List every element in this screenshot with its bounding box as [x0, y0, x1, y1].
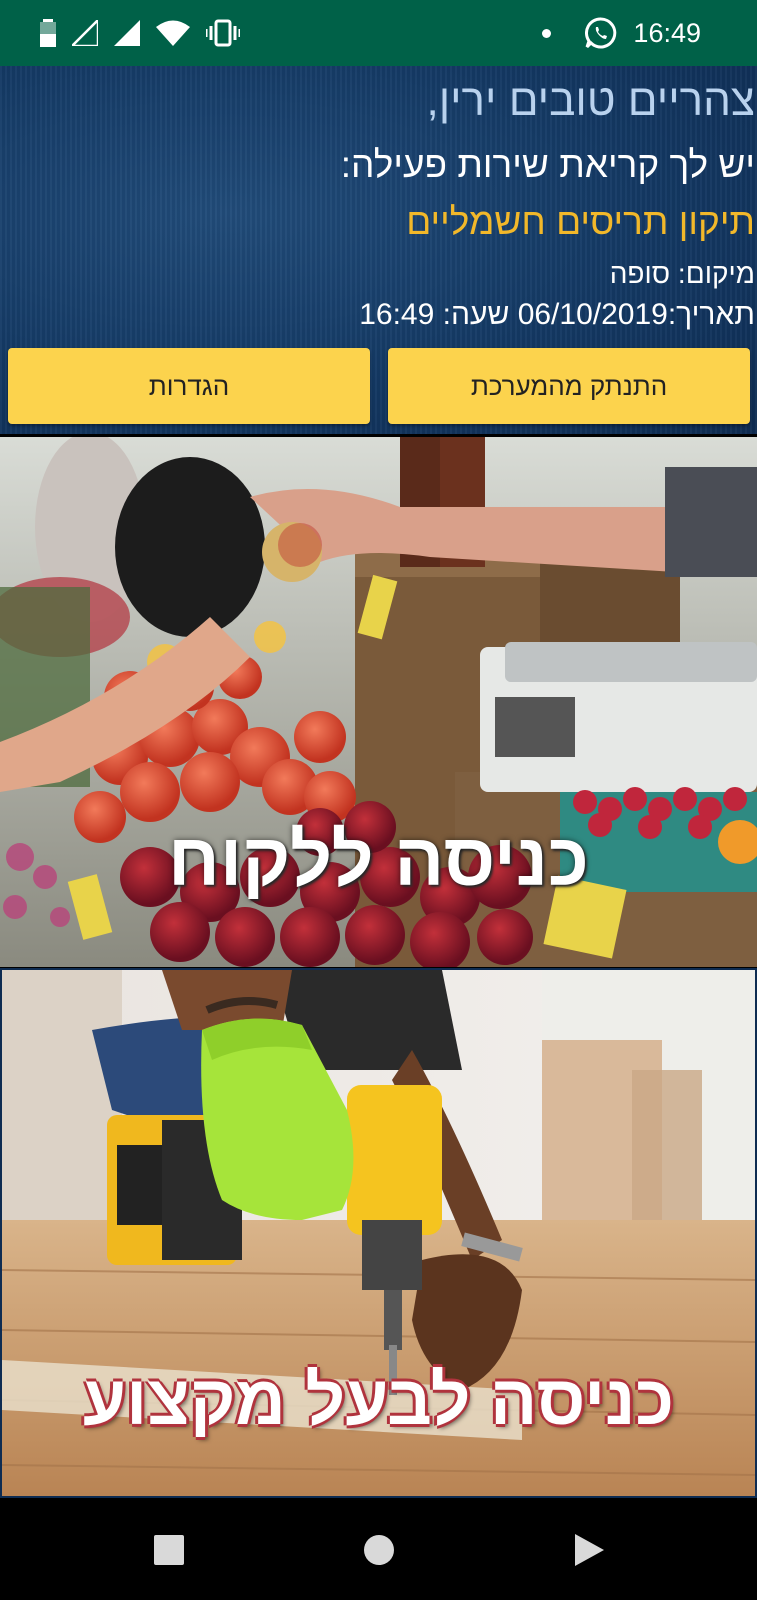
service-call-panel: צהריים טובים ירין, יש לך קריאת שירות פעי…	[0, 66, 757, 434]
customer-entry-label: כניסה ללקוח	[168, 818, 589, 901]
greeting: צהריים טובים ירין,	[426, 76, 755, 125]
recent-apps-button[interactable]	[139, 1520, 199, 1580]
back-button[interactable]	[559, 1520, 619, 1580]
signal-icon	[114, 20, 140, 46]
logout-button[interactable]: התנתק מהמערכת	[388, 348, 750, 424]
datetime-text: תאריך:06/10/2019 שעה: 16:49	[359, 298, 755, 331]
signal-icon	[72, 20, 98, 46]
professional-entry-tile[interactable]: כניסה לבעל מקצוע	[0, 968, 757, 1498]
location-text: מיקום: סופה	[609, 258, 755, 289]
professional-entry-label: כניסה לבעל מקצוע	[82, 1361, 675, 1439]
vibrate-icon	[206, 19, 240, 47]
service-name: תיקון תריסים חשמליים	[406, 201, 755, 242]
customer-entry-tile[interactable]: כניסה ללקוח	[0, 437, 757, 967]
active-call-text: יש לך קריאת שירות פעילה:	[340, 144, 755, 185]
recent-apps-icon	[153, 1535, 184, 1565]
home-button[interactable]	[349, 1520, 409, 1580]
status-bar: 16:49	[0, 0, 757, 66]
status-icons-right: 16:49	[542, 17, 701, 49]
wifi-icon	[156, 20, 190, 46]
whatsapp-icon	[585, 17, 617, 49]
navigation-bar	[0, 1500, 757, 1600]
back-icon	[574, 1534, 604, 1566]
settings-button[interactable]: הגדרות	[8, 348, 370, 424]
notification-dot-icon	[542, 28, 552, 38]
home-icon	[363, 1535, 394, 1565]
battery-icon	[40, 19, 56, 47]
status-icons-left	[40, 19, 240, 47]
status-time: 16:49	[633, 17, 701, 48]
